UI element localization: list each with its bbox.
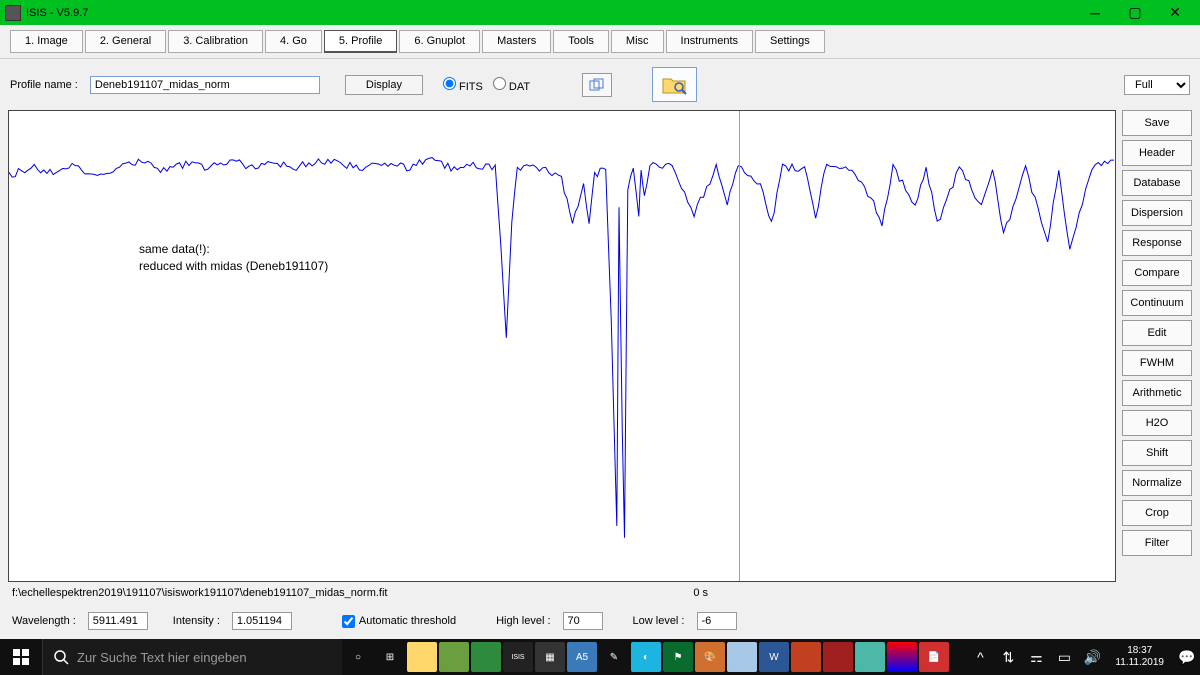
search-icon [53,649,69,665]
elapsed-time-label: 0 s [693,587,708,599]
taskview-icon[interactable]: ⊞ [375,642,405,672]
wavelength-input[interactable] [88,612,148,630]
dispersion-button[interactable]: Dispersion [1122,200,1192,226]
profile-name-input[interactable] [90,76,320,94]
app-icon-5[interactable]: ◐ [631,642,661,672]
dat-radio[interactable]: DAT [493,77,530,93]
intensity-input[interactable] [232,612,292,630]
cursor-line [739,111,740,581]
tab-tools[interactable]: Tools [553,30,609,53]
browse-folder-button[interactable] [652,67,697,102]
profile-name-label: Profile name : [10,79,78,91]
minimize-button[interactable]: ─ [1075,0,1115,25]
app-icon-3[interactable]: A5 [567,642,597,672]
plot-annotation: same data(!): reduced with midas (Deneb1… [139,241,328,275]
readout-bar: Wavelength : Intensity : Automatic thres… [0,604,1200,638]
header-button[interactable]: Header [1122,140,1192,166]
taskbar-clock[interactable]: 18:37 11.11.2019 [1107,645,1172,669]
explorer-icon[interactable] [407,642,437,672]
dropbox-icon[interactable]: ⇅ [995,644,1021,670]
tab-masters[interactable]: Masters [482,30,551,53]
system-tray: ^ ⇅ ⚎ ▭ 🔊 18:37 11.11.2019 💬 [967,639,1200,675]
arithmetic-button[interactable]: Arithmetic [1122,380,1192,406]
tab-1-image[interactable]: 1. Image [10,30,83,53]
high-level-input[interactable] [563,612,603,630]
windows-taskbar: Zur Suche Text hier eingeben ○ ⊞ ISIS ▦ … [0,639,1200,675]
word-icon[interactable]: W [759,642,789,672]
response-button[interactable]: Response [1122,230,1192,256]
app-icon-8[interactable] [791,642,821,672]
continuum-button[interactable]: Continuum [1122,290,1192,316]
low-level-label: Low level : [633,615,685,627]
tab-settings[interactable]: Settings [755,30,825,53]
tab-instruments[interactable]: Instruments [666,30,753,53]
tab-3-calibration[interactable]: 3. Calibration [168,30,263,53]
tab-misc[interactable]: Misc [611,30,664,53]
intensity-label: Intensity : [173,615,220,627]
close-button[interactable]: ✕ [1155,0,1195,25]
status-row: f:\echellespektren2019\191107\isiswork19… [0,582,1200,604]
app-icon-10[interactable] [855,642,885,672]
tab-2-general[interactable]: 2. General [85,30,166,53]
wifi-icon[interactable]: ⚎ [1023,644,1049,670]
isis-app-icon[interactable]: ISIS [503,642,533,672]
maximize-button[interactable]: ▢ [1115,0,1155,25]
start-button[interactable] [0,639,42,675]
save-button[interactable]: Save [1122,110,1192,136]
shift-button[interactable]: Shift [1122,440,1192,466]
notifications-icon[interactable]: 💬 [1174,644,1200,670]
fits-radio[interactable]: FITS [443,77,483,93]
app-icon-11[interactable] [887,642,917,672]
wavelength-label: Wavelength : [12,615,76,627]
app-icon-1[interactable] [439,642,469,672]
profile-toolbar: Profile name : Display FITS DAT Full [0,59,1200,110]
tab-6-gnuplot[interactable]: 6. Gnuplot [399,30,480,53]
fwhm-button[interactable]: FWHM [1122,350,1192,376]
volume-icon[interactable]: 🔊 [1079,644,1105,670]
copy-icon [589,78,605,92]
tool-sidebar: Save Header Database Dispersion Response Comp… [1122,110,1192,582]
calc-icon[interactable]: ▦ [535,642,565,672]
windows-icon [13,649,29,665]
auto-threshold-checkbox[interactable]: Automatic threshold [342,615,456,628]
tab-bar: 1. Image2. General3. Calibration4. Go5. … [0,25,1200,59]
edit-button[interactable]: Edit [1122,320,1192,346]
view-mode-select[interactable]: Full [1124,75,1190,95]
database-button[interactable]: Database [1122,170,1192,196]
paint-icon[interactable]: 🎨 [695,642,725,672]
cortana-icon[interactable]: ○ [343,642,373,672]
app-icon [5,5,21,21]
filepath-label: f:\echellespektren2019\191107\isiswork19… [12,587,387,599]
tray-chevron-icon[interactable]: ^ [967,644,993,670]
app-icon-4[interactable]: ✎ [599,642,629,672]
folder-search-icon [661,73,689,97]
app-icon-9[interactable] [823,642,853,672]
tab-4-go[interactable]: 4. Go [265,30,322,53]
h2o-button[interactable]: H2O [1122,410,1192,436]
app-icon-7[interactable] [727,642,757,672]
app-icon-6[interactable]: ⚑ [663,642,693,672]
high-level-label: High level : [496,615,550,627]
normalize-button[interactable]: Normalize [1122,470,1192,496]
pdf-icon[interactable]: 📄 [919,642,949,672]
spectrum-plot[interactable]: same data(!): reduced with midas (Deneb1… [8,110,1116,582]
tab-5-profile[interactable]: 5. Profile [324,30,397,53]
low-level-input[interactable] [697,612,737,630]
crop-button[interactable]: Crop [1122,500,1192,526]
compare-button[interactable]: Compare [1122,260,1192,286]
display-button[interactable]: Display [345,75,423,95]
window-title: ISIS - V5.9.7 [26,7,1075,19]
battery-icon[interactable]: ▭ [1051,644,1077,670]
titlebar: ISIS - V5.9.7 ─ ▢ ✕ [0,0,1200,25]
app-icon-2[interactable] [471,642,501,672]
taskbar-search[interactable]: Zur Suche Text hier eingeben [42,639,342,675]
filter-button[interactable]: Filter [1122,530,1192,556]
copy-icon-button[interactable] [582,73,612,97]
